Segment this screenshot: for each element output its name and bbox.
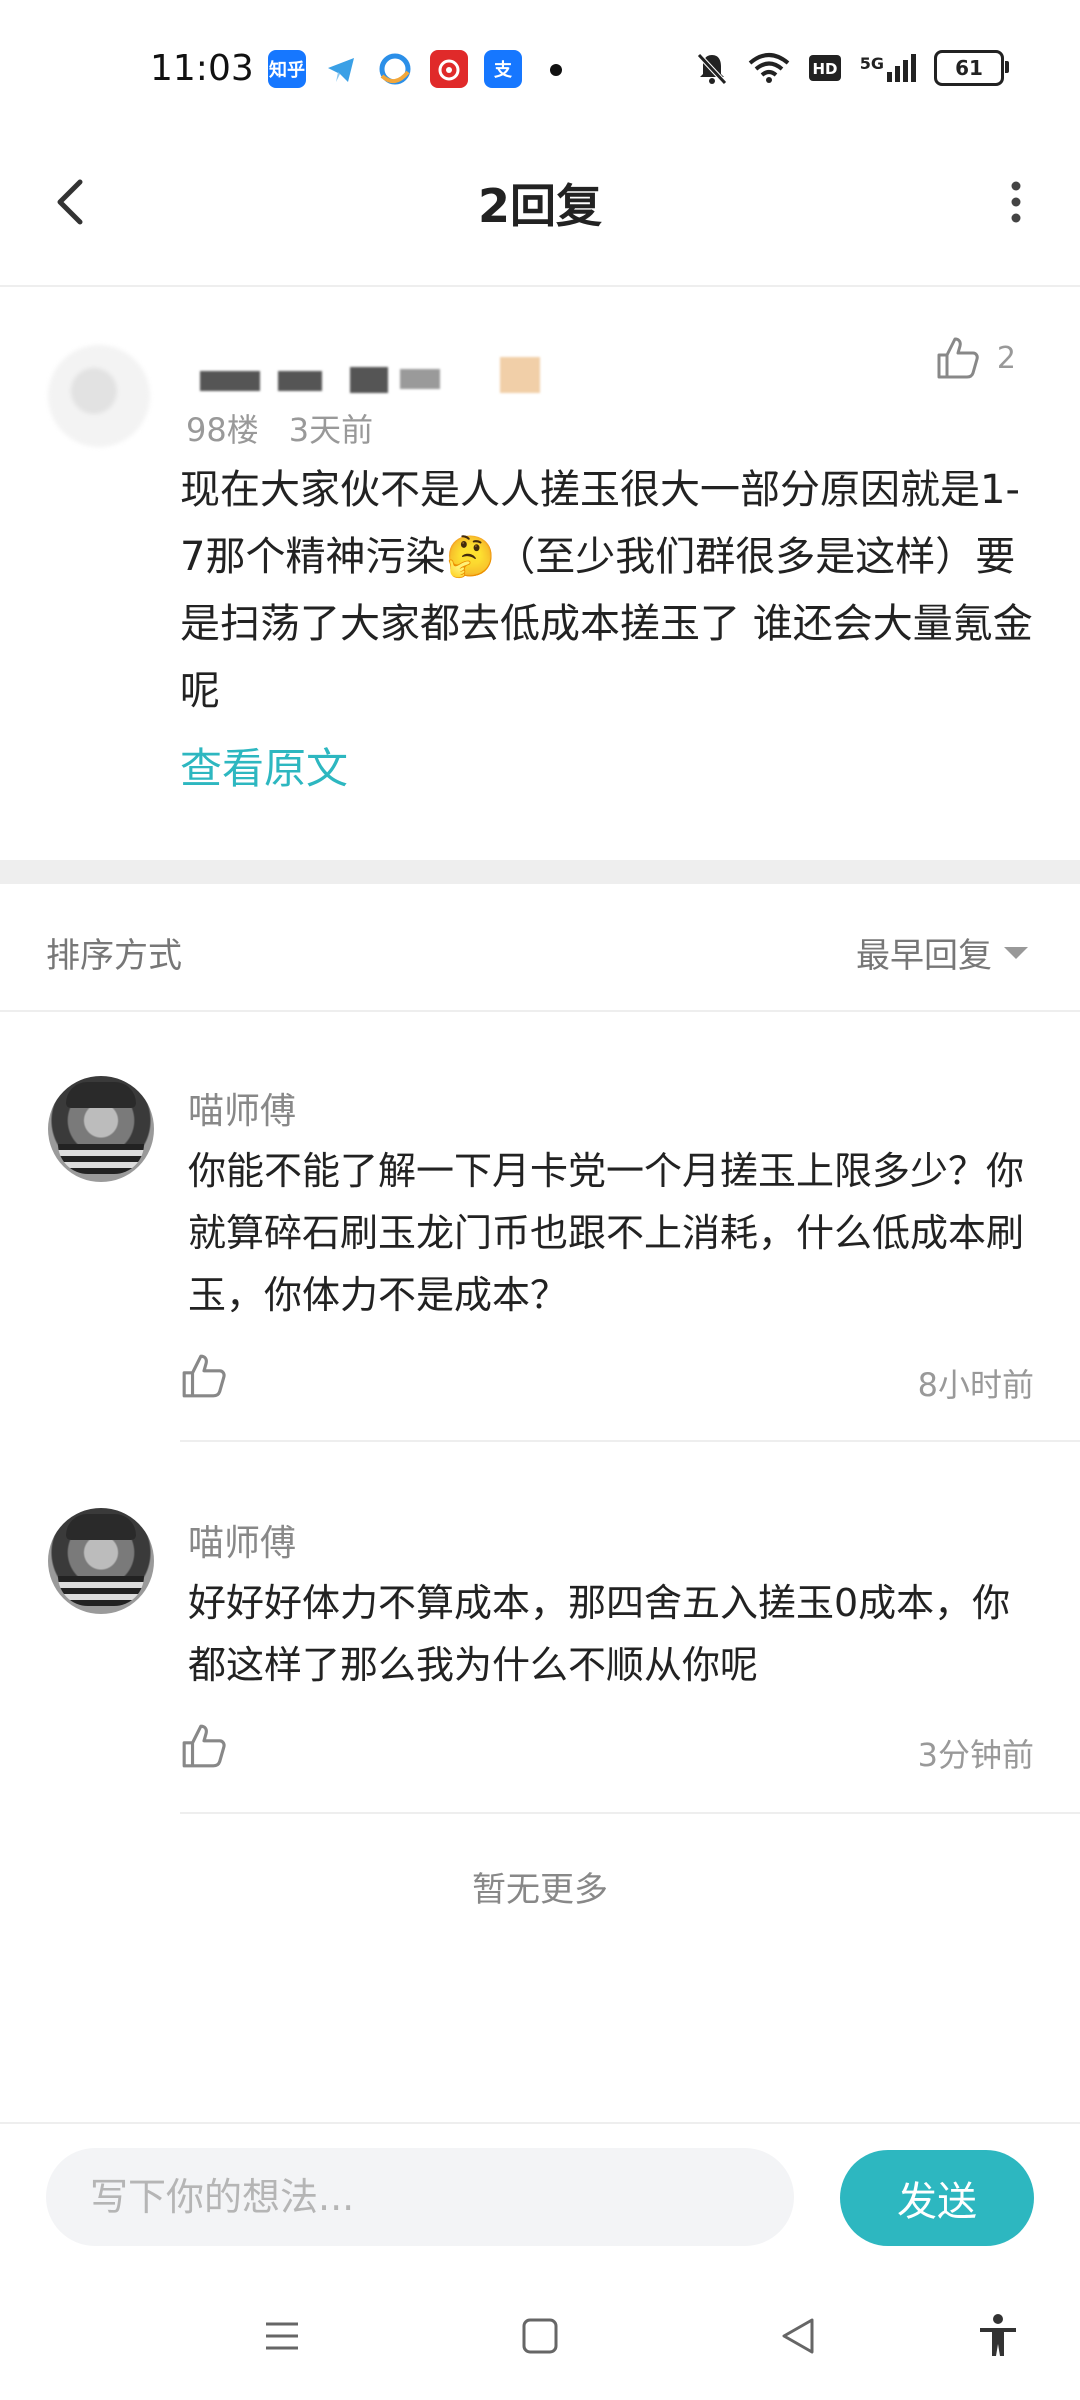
send-button[interactable]: 发送 (840, 2150, 1034, 2246)
reply-time: 3分钟前 (917, 1736, 1034, 1774)
post-time: 3天前 (288, 411, 374, 449)
notification-app-icons: 知乎 支 (268, 50, 522, 88)
comment-text: 现在大家伙不是人人搓玉很大一部分原因就是1-7那个精神污染🤔（至少我们群很多是这… (180, 467, 1033, 714)
status-time: 11:03 (150, 48, 254, 89)
zhihu-icon: 知乎 (268, 50, 306, 88)
status-bar: 11:03 知乎 支 HD 5G 61 (0, 0, 1080, 140)
divider (180, 1812, 1080, 1814)
no-more-text: 暂无更多 (472, 1870, 608, 1910)
username-blurred[interactable] (200, 357, 560, 397)
battery-level: 61 (955, 56, 983, 80)
sort-label: 排序方式 (46, 936, 182, 976)
home-square-icon[interactable] (516, 2312, 564, 2360)
avatar[interactable] (48, 345, 150, 447)
floor-number: 98楼 (186, 411, 259, 449)
section-divider (0, 860, 1080, 884)
system-icons: HD 5G 61 (694, 50, 1009, 86)
reply-item: 喵师傅 好好好体力不算成本，那四舍五入搓玉0成本，你都这样了那么我为什么不顺从你… (0, 1442, 1080, 1814)
sort-row: 排序方式 最早回复 (0, 884, 1080, 1012)
original-comment: 2 98楼 3天前 现在大家伙不是人人搓玉很大一部分原因就是1-7那个精神污染🤔… (0, 287, 1080, 857)
avatar[interactable] (48, 1076, 154, 1182)
post-meta: 98楼 3天前 (186, 405, 373, 451)
signal-5g-icon: 5G (860, 54, 916, 82)
reply-time: 8小时前 (917, 1366, 1034, 1404)
top-bar: 2回复 (0, 140, 1080, 287)
more-notifications-dot (550, 64, 562, 76)
netease-music-icon (430, 50, 468, 88)
like-button[interactable]: 2 (935, 335, 1016, 381)
qq-browser-icon (376, 50, 414, 88)
telegram-icon (322, 50, 360, 88)
mute-bell-icon (696, 53, 727, 85)
reply-text: 好好好体力不算成本，那四舍五入搓玉0成本，你都这样了那么我为什么不顺从你呢 (188, 1581, 1011, 1687)
thumbs-up-icon (937, 337, 979, 379)
network-type: 5G (859, 54, 884, 73)
thumbs-up-icon[interactable] (180, 1722, 228, 1770)
view-original-link[interactable]: 查看原文 (180, 735, 348, 796)
sort-dropdown[interactable]: 最早回复 (856, 928, 1028, 977)
alipay-icon: 支 (484, 50, 522, 88)
sort-value: 最早回复 (856, 936, 992, 976)
system-nav-bar (0, 2272, 1080, 2400)
more-vertical-icon[interactable] (992, 170, 1040, 234)
svg-text:HD: HD (812, 60, 837, 78)
wifi-icon (748, 53, 790, 83)
menu-icon[interactable] (258, 2312, 306, 2360)
caret-down-icon (1004, 946, 1028, 959)
like-count: 2 (996, 340, 1016, 376)
comment-bar: 发送 (0, 2122, 1080, 2274)
reply-username[interactable]: 喵师傅 (188, 1082, 296, 1134)
battery-icon: 61 (934, 50, 1009, 86)
avatar[interactable] (48, 1508, 154, 1614)
thumbs-up-icon[interactable] (180, 1352, 228, 1400)
reply-item: 喵师傅 你能不能了解一下月卡党一个月搓玉上限多少？你就算碎石刷玉龙门币也跟不上消… (0, 1010, 1080, 1442)
page-title: 2回复 (477, 179, 602, 233)
reply-text: 你能不能了解一下月卡党一个月搓玉上限多少？你就算碎石刷玉龙门币也跟不上消耗，什么… (188, 1149, 1025, 1317)
hd-icon: HD (808, 55, 841, 81)
comment-input[interactable] (46, 2148, 794, 2246)
reply-username[interactable]: 喵师傅 (188, 1514, 296, 1566)
back-triangle-icon[interactable] (774, 2312, 822, 2360)
accessibility-icon[interactable] (974, 2312, 1022, 2360)
